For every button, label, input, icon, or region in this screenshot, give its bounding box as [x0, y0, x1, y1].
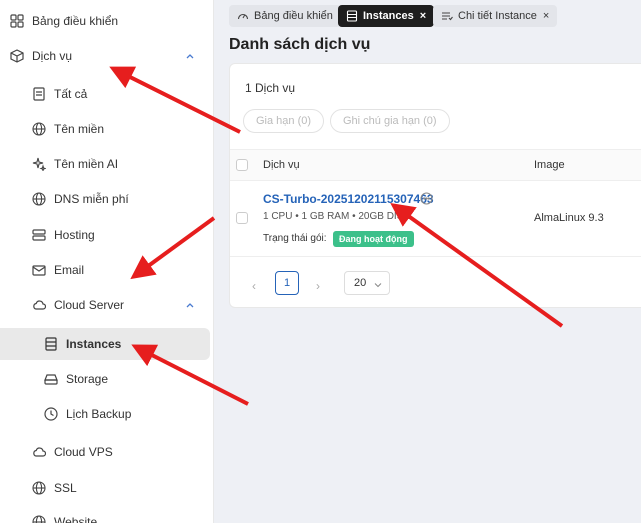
- sidebar-item-website[interactable]: Website: [0, 506, 210, 523]
- sidebar-item-label: DNS miễn phí: [54, 192, 129, 206]
- globe-icon: [32, 481, 46, 495]
- gauge-icon: [237, 10, 249, 22]
- service-count: 1 Dịch vụ: [245, 81, 296, 95]
- renew-note-button[interactable]: Ghi chú gia hạn (0): [330, 109, 450, 133]
- sparkle-icon: [32, 157, 46, 171]
- sidebar-item-ssl[interactable]: SSL: [0, 472, 210, 504]
- sidebar-item-domains[interactable]: Tên miền: [0, 113, 210, 145]
- tab-label: Bảng điều khiển: [254, 10, 333, 22]
- document-icon: [32, 87, 46, 101]
- page-size-select[interactable]: 20: [344, 271, 390, 295]
- image-value: AlmaLinux 9.3: [534, 212, 604, 224]
- cloud-icon: [32, 445, 46, 459]
- table-row: CS-Turbo-20251202115307463 1 CPU • 1 GB …: [230, 181, 641, 257]
- server-icon: [32, 228, 46, 242]
- chat-icon[interactable]: [420, 192, 433, 205]
- list-icon: [346, 10, 358, 22]
- select-all-checkbox[interactable]: [236, 159, 248, 171]
- box-icon: [10, 49, 24, 63]
- sidebar-item-label: Lịch Backup: [66, 407, 132, 421]
- service-name-link[interactable]: CS-Turbo-20251202115307463: [263, 192, 434, 206]
- tab-instance-detail[interactable]: Chi tiết Instance ×: [433, 5, 558, 27]
- sidebar-item-cloud-vps[interactable]: Cloud VPS: [0, 436, 210, 468]
- cloud-icon: [32, 298, 46, 312]
- sidebar-item-label: Email: [54, 263, 85, 277]
- tab-dashboard[interactable]: Bảng điều khiển: [229, 5, 341, 27]
- close-icon[interactable]: ×: [543, 10, 549, 22]
- renew-button[interactable]: Gia hạn (0): [243, 109, 325, 133]
- sidebar-item-cloud-server[interactable]: Cloud Server: [0, 289, 210, 321]
- sidebar: Bảng điều khiển Dịch vụ Tất cả Tên miền …: [0, 0, 214, 523]
- status-badge: Đang hoạt động: [333, 231, 414, 247]
- sidebar-item-label: Hosting: [54, 228, 95, 242]
- sidebar-item-label: SSL: [54, 481, 77, 495]
- tab-instances[interactable]: Instances ×: [338, 5, 435, 27]
- globe-icon: [32, 515, 46, 523]
- sidebar-item-services[interactable]: Dịch vụ: [0, 40, 210, 72]
- close-icon[interactable]: ×: [420, 10, 426, 22]
- sidebar-item-storage[interactable]: Storage: [0, 363, 210, 395]
- sidebar-item-label: Website: [54, 515, 98, 523]
- row-checkbox[interactable]: [236, 212, 248, 224]
- page-size-value: 20: [354, 277, 367, 289]
- chevron-up-icon[interactable]: [184, 299, 196, 311]
- sidebar-item-label: Tên miền AI: [54, 157, 119, 171]
- sidebar-item-label: Cloud VPS: [54, 445, 113, 459]
- sidebar-item-label: Cloud Server: [54, 298, 125, 312]
- list-icon: [44, 337, 58, 351]
- sidebar-item-label: Tất cả: [54, 87, 88, 101]
- sidebar-item-label: Storage: [66, 372, 109, 386]
- status-label: Trạng thái gói:: [263, 233, 327, 244]
- tab-label: Chi tiết Instance: [458, 10, 537, 22]
- sidebar-item-label: Bảng điều khiển: [32, 14, 119, 28]
- sidebar-item-free-dns[interactable]: DNS miễn phí: [0, 183, 210, 215]
- sidebar-item-hosting[interactable]: Hosting: [0, 219, 210, 251]
- sidebar-item-label: Tên miền: [54, 122, 105, 136]
- sidebar-item-label: Instances: [66, 337, 122, 351]
- globe-icon: [32, 122, 46, 136]
- mail-icon: [32, 263, 46, 277]
- globe-icon: [32, 192, 46, 206]
- dashboard-icon: [10, 14, 24, 28]
- clock-icon: [44, 407, 58, 421]
- page-title: Danh sách dịch vụ: [229, 36, 371, 53]
- detail-list-icon: [441, 10, 453, 22]
- sidebar-item-email[interactable]: Email: [0, 254, 210, 286]
- prev-page-button[interactable]: ‹: [252, 279, 256, 293]
- sidebar-item-dashboard[interactable]: Bảng điều khiển: [0, 5, 210, 37]
- sidebar-item-instances[interactable]: Instances: [0, 328, 210, 360]
- storage-icon: [44, 372, 58, 386]
- chevron-down-icon: [374, 280, 382, 288]
- next-page-button[interactable]: ›: [316, 279, 320, 293]
- sidebar-item-label: Dịch vụ: [32, 49, 73, 63]
- service-list-card: 1 Dịch vụ Gia hạn (0) Ghi chú gia hạn (0…: [229, 63, 641, 308]
- column-header-service: Dịch vụ: [263, 159, 300, 171]
- sidebar-item-all[interactable]: Tất cả: [0, 78, 210, 110]
- table-header: Dịch vụ Image: [230, 149, 641, 181]
- chevron-up-icon[interactable]: [184, 50, 196, 62]
- page-number-button[interactable]: 1: [275, 271, 299, 295]
- sidebar-item-ai-domains[interactable]: Tên miền AI: [0, 148, 210, 180]
- column-header-image: Image: [534, 159, 565, 171]
- tab-label: Instances: [363, 10, 414, 22]
- sidebar-item-backup-schedule[interactable]: Lịch Backup: [0, 398, 210, 430]
- service-specs: 1 CPU • 1 GB RAM • 20GB DISK: [263, 211, 411, 222]
